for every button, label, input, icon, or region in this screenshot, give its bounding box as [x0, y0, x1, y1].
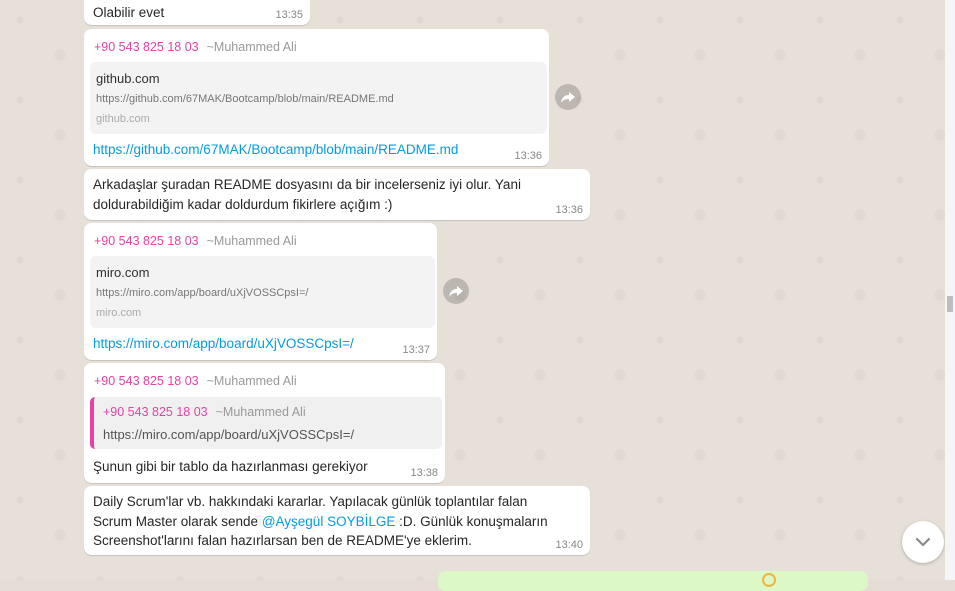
message-bubble: +90 543 825 18 03 ~Muhammed Ali +90 543 8…: [84, 363, 445, 483]
quote-sender-name: ~Muhammed Ali: [215, 405, 306, 419]
message-sender: +90 543 825 18 03 ~Muhammed Ali: [94, 234, 297, 248]
message-bubble: +90 543 825 18 03 ~Muhammed Ali miro.com …: [84, 223, 437, 360]
preview-domain: github.com: [96, 71, 160, 86]
scrollbar-thumb[interactable]: [947, 296, 953, 312]
message-link[interactable]: https://github.com/67MAK/Bootcamp/blob/m…: [93, 142, 458, 157]
sender-phone[interactable]: +90 543 825 18 03: [94, 234, 199, 248]
forward-arrow-icon: [561, 92, 575, 103]
scrollbar-track[interactable]: [945, 0, 955, 580]
quote-sender-phone: +90 543 825 18 03: [103, 405, 208, 419]
message-time: 13:36: [514, 150, 542, 162]
chat-panel: Olabilir evet 13:35 +90 543 825 18 03 ~Mu…: [0, 0, 945, 591]
message-time: 13:36: [555, 204, 583, 216]
message-line: Daily Scrum'lar vb. hakkındaki kararlar.…: [93, 494, 528, 509]
preview-url: https://miro.com/app/board/uXjVOSSCpsI=/: [96, 287, 309, 299]
chevron-down-icon: [915, 537, 931, 547]
message-bubble: Olabilir evet 13:35: [84, 0, 310, 25]
message-line-part: Scrum Master olarak sende: [93, 513, 262, 529]
quote-sender: +90 543 825 18 03 ~Muhammed Ali: [103, 405, 306, 419]
message-time: 13:40: [555, 539, 583, 551]
message-bubble: Daily Scrum'lar vb. hakkındaki kararlar.…: [84, 486, 590, 555]
message-text: Olabilir evet: [93, 5, 165, 20]
preview-url: https://github.com/67MAK/Bootcamp/blob/m…: [96, 93, 394, 105]
link-preview[interactable]: github.com https://github.com/67MAK/Boot…: [90, 62, 547, 134]
forward-arrow-icon: [449, 286, 463, 297]
message-bubble: Arkadaşlar şuradan README dosyasını da b…: [84, 169, 590, 220]
message-link[interactable]: https://miro.com/app/board/uXjVOSSCpsI=/: [93, 336, 354, 351]
message-line: Arkadaşlar şuradan README dosyasını da b…: [93, 177, 521, 192]
preview-host: miro.com: [96, 307, 142, 319]
message-text: Arkadaşlar şuradan README dosyasını da b…: [93, 175, 521, 214]
message-time: 13:38: [410, 467, 438, 479]
sender-name: ~Muhammed Ali: [206, 234, 297, 248]
link-preview[interactable]: miro.com https://miro.com/app/board/uXjV…: [90, 256, 435, 328]
sender-name: ~Muhammed Ali: [206, 374, 297, 388]
message-line: doldurabildiğim kadar doldurdum fikirler…: [93, 196, 393, 212]
preview-domain: miro.com: [96, 265, 150, 280]
forward-button[interactable]: [555, 84, 581, 110]
sender-phone[interactable]: +90 543 825 18 03: [94, 374, 199, 388]
scroll-to-bottom-button[interactable]: [902, 521, 944, 563]
message-line: Scrum Master olarak sende @Ayşegül SOYBİ…: [93, 512, 548, 532]
message-sender: +90 543 825 18 03 ~Muhammed Ali: [94, 374, 297, 388]
message-time: 13:37: [402, 344, 430, 356]
message-line: Screenshot'larını falan hazırlarsan ben …: [93, 533, 472, 548]
outgoing-message-bubble: [438, 571, 868, 591]
sender-phone[interactable]: +90 543 825 18 03: [94, 40, 199, 54]
emoji-icon: [762, 573, 776, 587]
message-line-part: :D. Günlük konuşmaların: [395, 513, 548, 529]
quote-text: https://miro.com/app/board/uXjVOSSCpsI=/: [103, 427, 355, 442]
message-sender: +90 543 825 18 03 ~Muhammed Ali: [94, 40, 297, 54]
message-text: Daily Scrum'lar vb. hakkındaki kararlar.…: [93, 492, 548, 551]
quoted-message[interactable]: +90 543 825 18 03 ~Muhammed Ali https://m…: [90, 397, 442, 449]
forward-button[interactable]: [443, 278, 469, 304]
message-time: 13:35: [275, 9, 303, 21]
message-text: Şunun gibi bir tablo da hazırlanması ger…: [93, 459, 368, 474]
preview-host: github.com: [96, 113, 150, 125]
user-mention[interactable]: @Ayşegül SOYBİLGE: [262, 514, 396, 529]
sender-name: ~Muhammed Ali: [206, 40, 297, 54]
message-bubble: +90 543 825 18 03 ~Muhammed Ali github.co…: [84, 29, 549, 166]
